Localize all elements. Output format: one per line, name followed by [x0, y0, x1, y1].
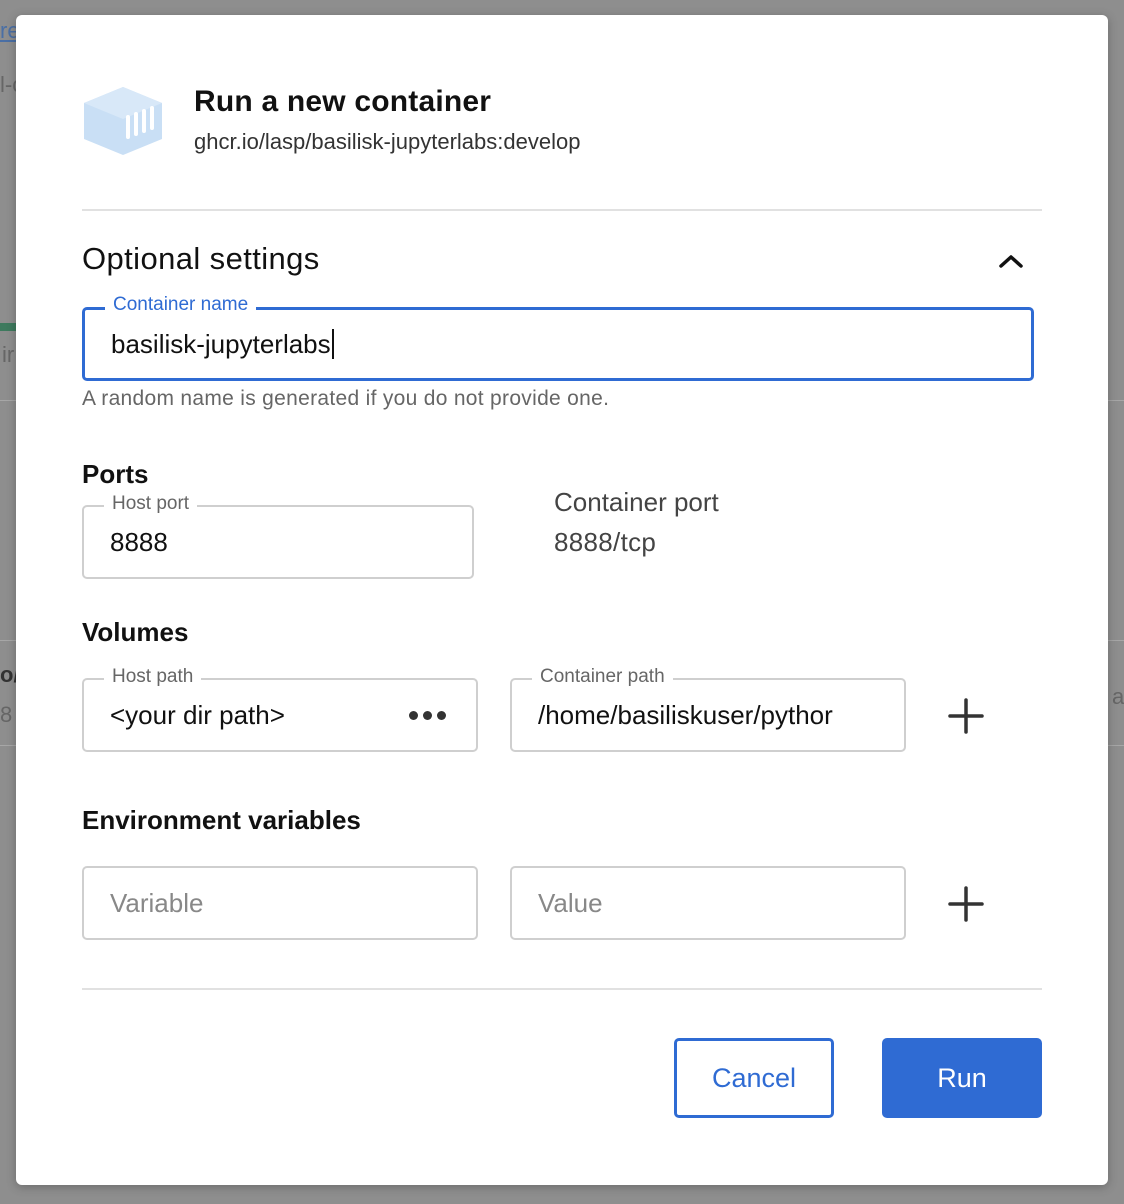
ports-title: Ports [82, 459, 149, 489]
value-placeholder[interactable]: Value [538, 868, 603, 938]
background-text: 8 [0, 702, 13, 727]
host-path-input[interactable]: Host path <your dir path> [82, 666, 478, 752]
container-port-label: Container port [554, 487, 719, 517]
background-text: a [1112, 684, 1124, 709]
dialog-header: Run a new container ghcr.io/lasp/basilis… [82, 83, 1042, 173]
container-name-helper: A random name is generated if you do not… [82, 387, 610, 410]
container-image-icon [84, 87, 162, 155]
footer-divider [82, 988, 1042, 990]
variable-placeholder[interactable]: Variable [110, 868, 203, 938]
optional-settings-title: Optional settings [82, 241, 320, 276]
image-name: ghcr.io/lasp/basilisk-jupyterlabs:develo… [194, 129, 581, 154]
host-port-value[interactable]: 8888 [110, 507, 168, 577]
container-name-value[interactable]: basilisk-jupyterlabs [111, 310, 334, 378]
add-env-variable-plus-icon[interactable] [946, 884, 986, 924]
add-volume-plus-icon[interactable] [946, 696, 986, 736]
text-caret [331, 329, 334, 359]
chevron-up-icon[interactable] [991, 243, 1031, 279]
container-path-input[interactable]: Container path /home/basiliskuser/pythor [510, 666, 906, 752]
background-text: ir [2, 342, 15, 367]
host-port-input[interactable]: Host port 8888 [82, 493, 474, 579]
container-name-input[interactable]: Container name basilisk-jupyterlabs [82, 294, 1034, 381]
more-horizontal-icon[interactable] [409, 680, 446, 750]
environment-variables-title: Environment variables [82, 805, 361, 835]
value-input[interactable]: Value [510, 866, 906, 940]
run-button[interactable]: Run [882, 1038, 1042, 1118]
volumes-title: Volumes [82, 617, 189, 647]
cancel-button[interactable]: Cancel [674, 1038, 834, 1118]
header-divider [82, 209, 1042, 211]
dialog-title: Run a new container [194, 85, 492, 118]
background-accent-bar [0, 323, 16, 331]
container-path-value[interactable]: /home/basiliskuser/pythor [538, 680, 878, 750]
run-container-dialog: Run a new container ghcr.io/lasp/basilis… [16, 15, 1108, 1185]
host-path-value[interactable]: <your dir path> [110, 680, 285, 750]
variable-input[interactable]: Variable [82, 866, 478, 940]
container-port-value: 8888/tcp [554, 527, 657, 557]
